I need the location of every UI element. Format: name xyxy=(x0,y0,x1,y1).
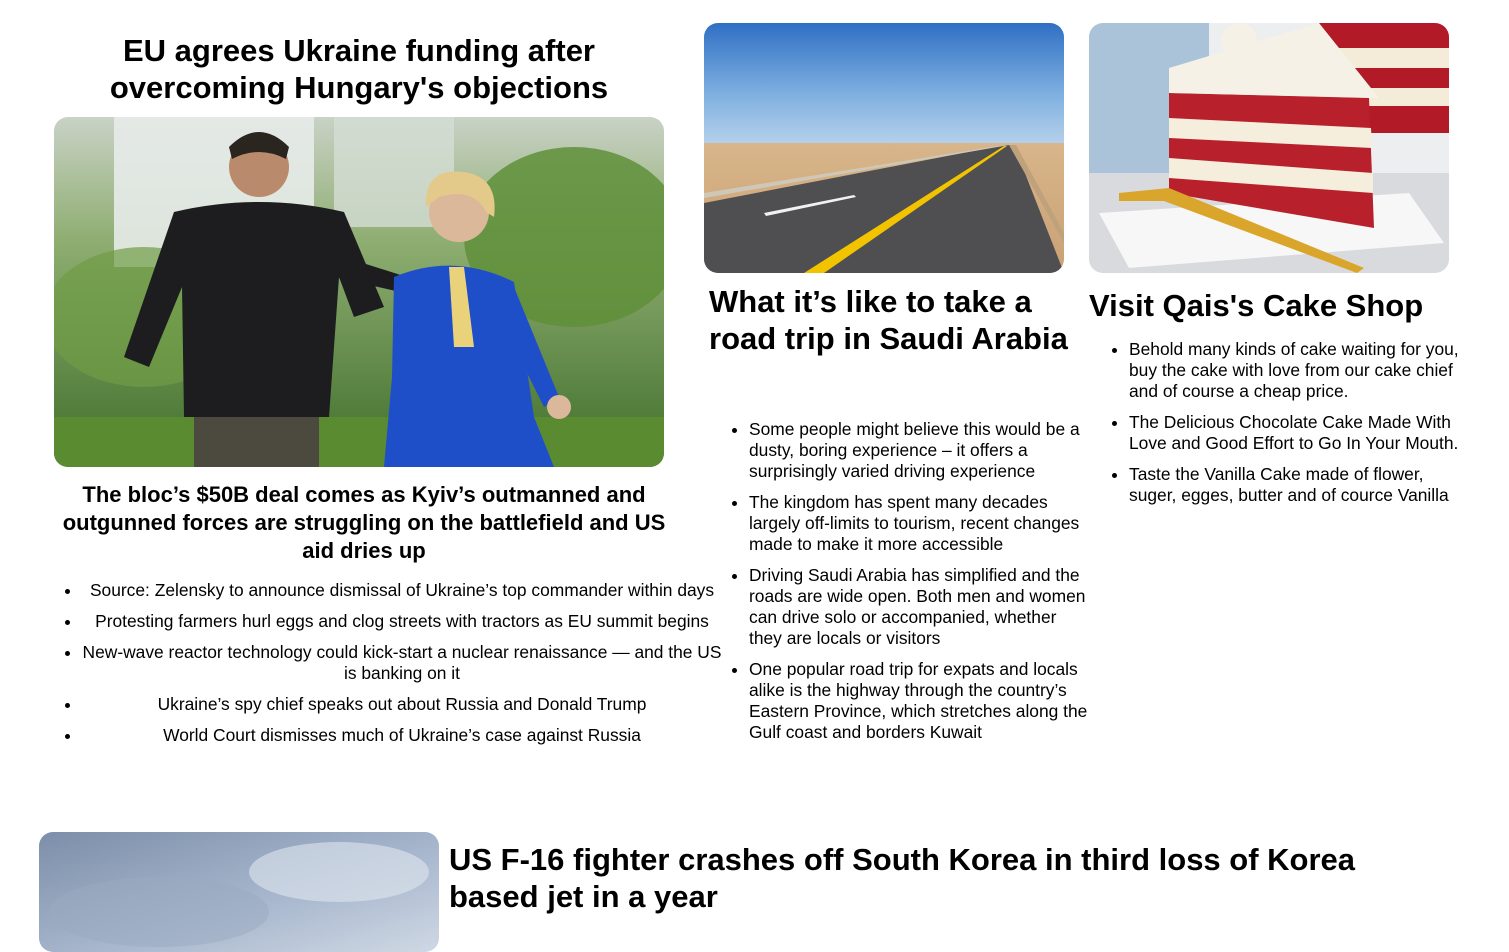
cake-card-title[interactable]: Visit Qais's Cake Shop xyxy=(1089,287,1469,324)
saudi-bullet: Driving Saudi Arabia has simplified and … xyxy=(749,565,1089,649)
f16-story-title[interactable]: US F-16 fighter crashes off South Korea … xyxy=(449,841,1449,915)
saudi-bullet: Some people might believe this would be … xyxy=(749,419,1089,482)
cake-bullet: Taste the Vanilla Cake made of flower, s… xyxy=(1129,464,1469,506)
related-stories-list: Source: Zelensky to announce dismissal o… xyxy=(62,580,722,756)
cake-bullet: Behold many kinds of cake waiting for yo… xyxy=(1129,339,1469,402)
cake-bullet: The Delicious Chocolate Cake Made With L… xyxy=(1129,412,1469,454)
main-story-title[interactable]: EU agrees Ukraine funding after overcomi… xyxy=(54,32,664,106)
saudi-card-title[interactable]: What it’s like to take a road trip in Sa… xyxy=(709,283,1069,357)
cake-bullets: Behold many kinds of cake waiting for yo… xyxy=(1109,339,1469,516)
f16-story-photo[interactable] xyxy=(39,832,439,952)
saudi-bullet: The kingdom has spent many decades large… xyxy=(749,492,1089,555)
main-story-photo[interactable] xyxy=(54,117,664,467)
related-story-link[interactable]: New-wave reactor technology could kick-s… xyxy=(82,642,722,684)
saudi-bullet: One popular road trip for expats and loc… xyxy=(749,659,1089,743)
main-story-subtitle[interactable]: The bloc’s $50B deal comes as Kyiv’s out… xyxy=(50,481,678,565)
related-story-link[interactable]: Ukraine’s spy chief speaks out about Rus… xyxy=(82,694,722,715)
saudi-road-photo[interactable] xyxy=(704,23,1064,273)
related-story-link[interactable]: World Court dismisses much of Ukraine’s … xyxy=(82,725,722,746)
related-story-link[interactable]: Source: Zelensky to announce dismissal o… xyxy=(82,580,722,601)
cake-photo[interactable] xyxy=(1089,23,1449,273)
saudi-bullets: Some people might believe this would be … xyxy=(729,419,1089,753)
related-story-link[interactable]: Protesting farmers hurl eggs and clog st… xyxy=(82,611,722,632)
